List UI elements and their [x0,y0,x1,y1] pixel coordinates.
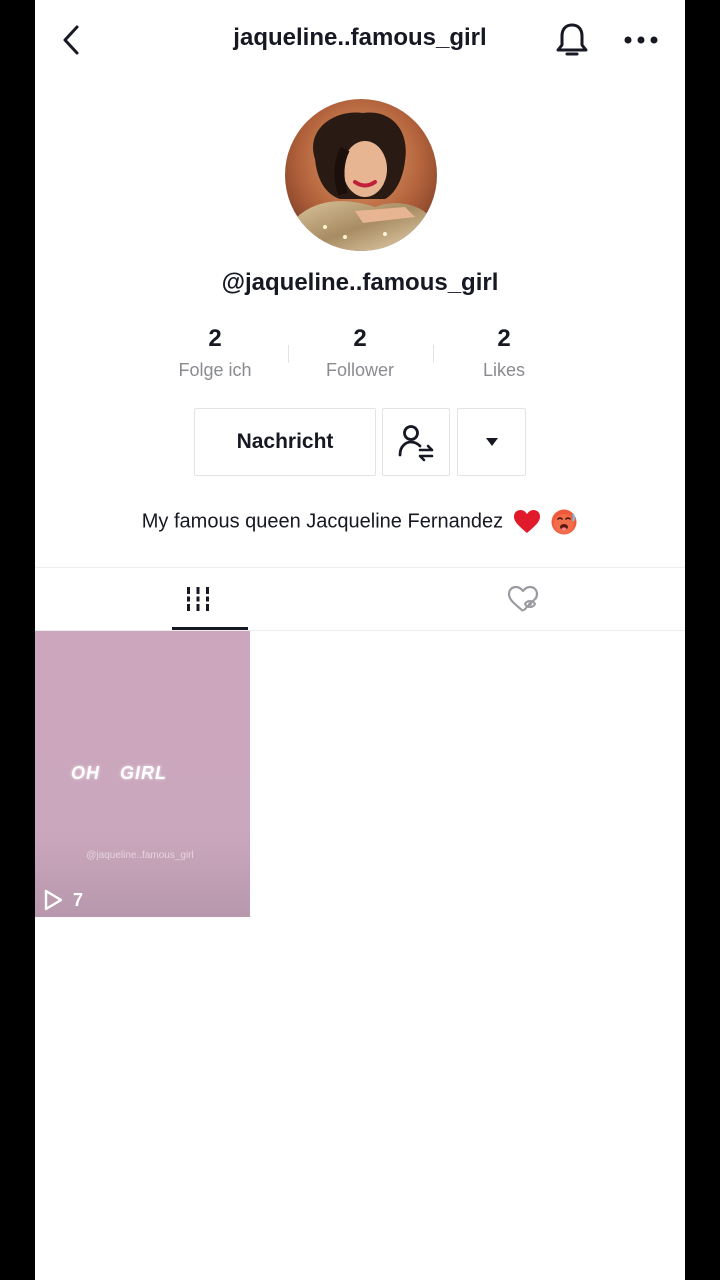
video-thumbnail[interactable]: OH GIRL @jaqueline..famous_girl 7 [35,631,250,917]
stat-following-count: 2 [208,325,222,352]
stat-following-label: Folge ich [178,360,252,380]
video-view-count: 7 [43,889,83,911]
bell-icon [556,23,588,56]
more-horizontal-icon [624,36,658,44]
red-heart-icon [513,510,540,533]
video-overlay-text: OH GIRL [71,763,167,783]
video-watermark: @jaqueline..famous_girl [86,850,194,861]
follow-toggle-button[interactable] [382,408,450,476]
top-bar: jaqueline..famous_girl [35,0,685,80]
stat-likes[interactable]: 2 Likes [434,324,574,381]
notification-button[interactable] [553,20,591,60]
profile-bio: My famous queen Jacqueline Fernandez [35,508,685,536]
caret-down-icon [485,438,498,446]
play-icon [44,889,63,911]
hidden-heart-icon [507,585,538,612]
stat-followers-count: 2 [353,325,367,352]
message-button[interactable]: Nachricht [194,408,376,476]
suggestions-dropdown-button[interactable] [457,408,526,476]
hot-face-emoji-icon [551,509,577,535]
bio-text: My famous queen Jacqueline Fernandez [141,510,504,533]
stat-divider [288,345,289,363]
profile-photo [285,99,437,251]
profile-username: @jaqueline..famous_girl [221,269,499,296]
tab-liked-videos[interactable] [360,568,685,630]
view-count-value: 7 [73,889,84,910]
stat-likes-label: Likes [482,360,526,380]
more-options-button[interactable] [621,26,661,54]
stat-followers-label: Follower [325,360,395,380]
tab-videos[interactable] [35,568,360,630]
stat-following[interactable]: 2 Folge ich [145,324,285,381]
stat-followers[interactable]: 2 Follower [290,324,430,381]
grid-icon [184,587,211,611]
stat-likes-count: 2 [497,325,511,352]
avatar[interactable] [285,99,437,251]
user-follow-icon [398,425,434,462]
profile-screen: jaqueline..famous_girl @jaqueline..famou… [35,0,685,1280]
